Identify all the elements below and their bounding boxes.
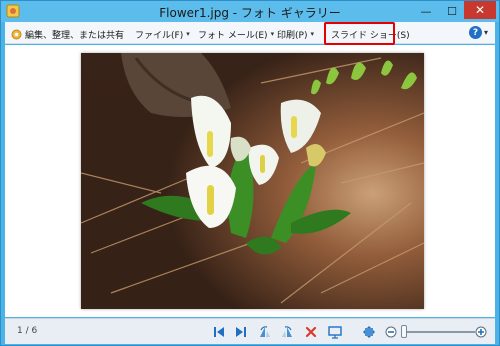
organize-label: 編集、整理、または共有 (25, 30, 125, 41)
skip-next-icon (236, 327, 246, 337)
actual-size-button[interactable] (361, 324, 377, 340)
next-photo-button[interactable] (233, 324, 249, 340)
photo-counter: 1 / 6 (17, 326, 38, 336)
fit-window-icon (363, 326, 375, 338)
slideshow-highlight-box (324, 22, 395, 45)
email-menu-label: フォト メール(E) (198, 30, 268, 41)
flower-image (81, 53, 424, 309)
help-icon: ? (469, 26, 482, 39)
close-button[interactable]: ✕ (464, 1, 496, 19)
maximize-button[interactable]: ☐ (439, 3, 465, 19)
rotate-right-button[interactable] (279, 324, 295, 340)
delete-x-icon (305, 326, 317, 338)
organize-icon (11, 29, 22, 39)
zoom-out-icon (385, 326, 397, 338)
email-menu[interactable]: フォト メール(E) ▾ (198, 26, 274, 42)
rotate-left-button[interactable] (257, 324, 273, 340)
skip-previous-icon (214, 327, 224, 337)
delete-button[interactable] (303, 324, 319, 340)
chevron-down-icon: ▾ (484, 28, 489, 37)
file-menu-label: ファイル(F) (135, 30, 184, 41)
photo-gallery-window: Flower1.jpg - フォト ギャラリー — ☐ ✕ 編集、整理、または共… (0, 0, 500, 346)
previous-photo-button[interactable] (211, 324, 227, 340)
zoom-in-button[interactable] (473, 324, 489, 340)
play-slideshow-button[interactable] (327, 324, 343, 340)
zoom-in-icon (475, 326, 487, 338)
help-button[interactable]: ? ▾ (469, 24, 488, 41)
chevron-down-icon: ▾ (270, 30, 275, 38)
command-bar: 編集、整理、または共有 ファイル(F) ▾ フォト メール(E) ▾ 印刷(P)… (5, 22, 495, 44)
organize-menu[interactable]: 編集、整理、または共有 (11, 26, 124, 42)
slideshow-icon (328, 326, 342, 339)
title-bar[interactable]: Flower1.jpg - フォト ギャラリー — ☐ ✕ (1, 1, 499, 22)
photo-viewer (5, 45, 495, 317)
print-menu-label: 印刷(P) (277, 30, 308, 41)
file-menu[interactable]: ファイル(F) ▾ (135, 26, 190, 42)
rotate-right-icon (282, 326, 292, 337)
flower-photo (81, 53, 424, 309)
print-menu[interactable]: 印刷(P) ▾ (277, 26, 314, 42)
chevron-down-icon: ▾ (186, 30, 190, 38)
chevron-down-icon: ▾ (310, 30, 314, 38)
minimize-button[interactable]: — (413, 3, 439, 19)
zoom-slider-track[interactable] (405, 331, 475, 333)
zoom-out-button[interactable] (383, 324, 399, 340)
zoom-slider-thumb[interactable] (401, 325, 407, 338)
status-bar: 1 / 6 (5, 318, 495, 344)
rotate-left-icon (260, 326, 270, 337)
